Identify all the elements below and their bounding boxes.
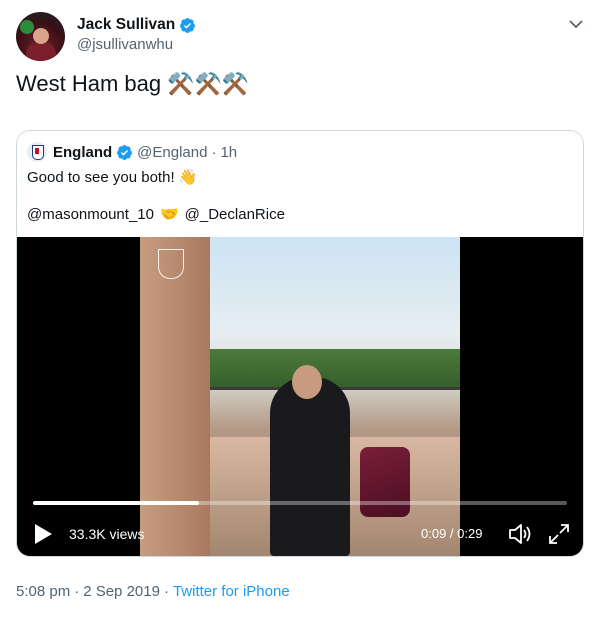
fullscreen-icon[interactable] <box>547 522 571 546</box>
quoted-text-line2: @masonmount_10 🤝 @_DeclanRice <box>27 205 285 224</box>
video-controls: 33.3K views 0:09 / 0:29 <box>17 517 583 551</box>
avatar-body <box>26 42 56 61</box>
video-progress-bar[interactable] <box>33 501 567 505</box>
hammer-pick-emoji: ⚒️⚒️⚒️ <box>167 71 250 96</box>
england-crest-icon <box>27 142 47 162</box>
quoted-verified-badge-icon <box>117 144 133 160</box>
avatar-face <box>33 28 49 44</box>
quoted-handle[interactable]: @England <box>137 144 207 161</box>
volume-icon[interactable] <box>507 522 533 546</box>
avatar[interactable] <box>16 12 65 61</box>
video-player-head <box>292 365 322 399</box>
handshake-emoji: 🤝 <box>159 206 179 223</box>
video-crest-watermark <box>158 249 184 279</box>
mention-masonmount[interactable]: @masonmount_10 <box>27 206 154 223</box>
more-options-chevron-icon[interactable] <box>566 14 586 34</box>
tweet: Jack Sullivan @jsullivanwhu West Ham bag… <box>0 0 602 620</box>
tweet-text: West Ham bag ⚒️⚒️⚒️ <box>16 71 249 97</box>
tweet-source-link[interactable]: Twitter for iPhone <box>173 583 290 600</box>
tweet-time[interactable]: 5:08 pm <box>16 583 70 600</box>
quoted-separator: · <box>211 143 217 161</box>
quoted-display-name[interactable]: England <box>53 144 112 161</box>
quoted-tweet-card[interactable]: England @England · 1h Good to see you bo… <box>16 130 584 557</box>
author-name-row[interactable]: Jack Sullivan <box>77 15 196 35</box>
tweet-text-content: West Ham bag <box>16 71 162 96</box>
author-display-name[interactable]: Jack Sullivan <box>77 16 175 34</box>
video-timecode: 0:09 / 0:29 <box>421 526 483 541</box>
meta-separator: · <box>74 583 80 600</box>
tweet-date[interactable]: 2 Sep 2019 <box>83 583 160 600</box>
tweet-meta: 5:08 pm · 2 Sep 2019 · Twitter for iPhon… <box>16 583 290 600</box>
video-bag <box>360 447 410 517</box>
verified-badge-icon <box>180 17 196 33</box>
avatar-badge <box>20 20 34 34</box>
video-views: 33.3K views <box>69 526 145 542</box>
quoted-tweet-header: England @England · 1h <box>27 141 237 163</box>
video-frame <box>140 237 460 556</box>
video-player[interactable]: 33.3K views 0:09 / 0:29 <box>17 237 583 556</box>
video-progress-fill <box>33 501 199 505</box>
quoted-timestamp[interactable]: 1h <box>220 144 237 161</box>
meta-separator-2: · <box>163 583 169 600</box>
author-handle[interactable]: @jsullivanwhu <box>77 36 173 53</box>
play-icon[interactable] <box>33 523 53 545</box>
mention-declanrice[interactable]: @_DeclanRice <box>185 206 285 223</box>
quoted-text-line1: Good to see you both! 👋 <box>27 169 198 186</box>
video-wall <box>140 237 210 556</box>
